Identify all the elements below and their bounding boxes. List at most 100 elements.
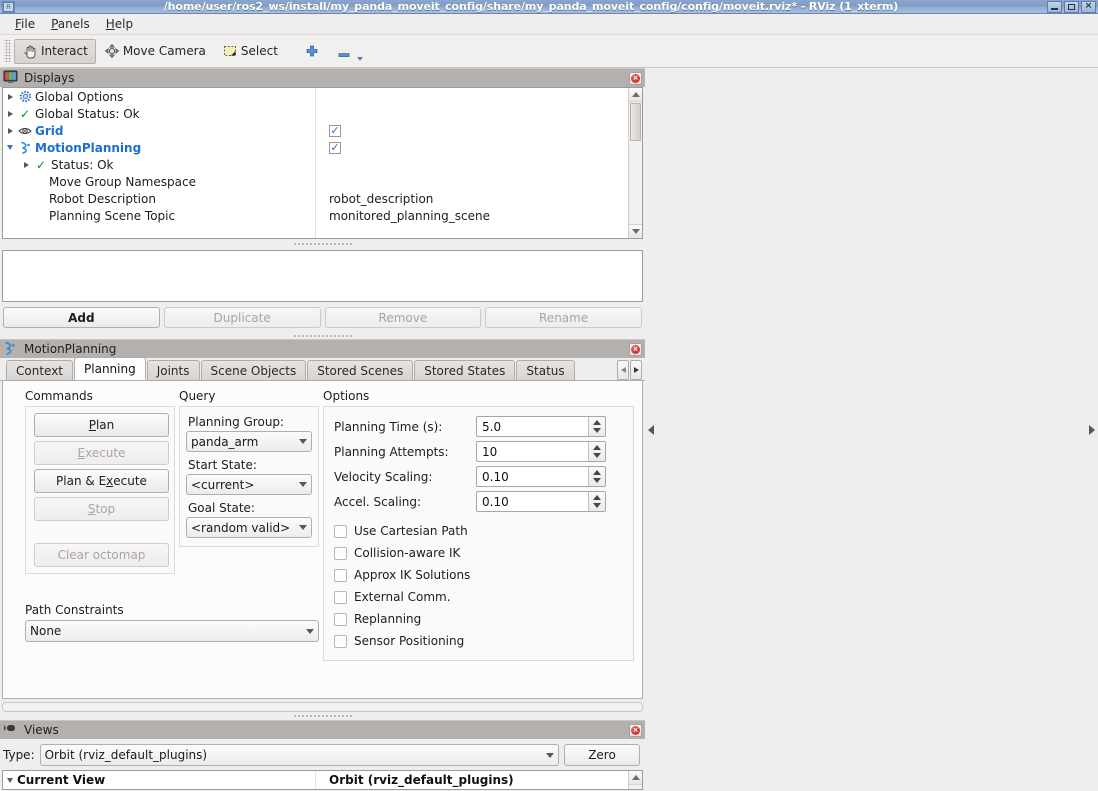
path-constraints-select[interactable]: None (25, 620, 319, 642)
close-button[interactable]: × (1081, 0, 1096, 13)
checkbox-collision-aware-ik[interactable]: Collision-aware IK (334, 542, 625, 564)
displays-property-area[interactable] (2, 250, 643, 302)
tab-status[interactable]: Status (516, 360, 575, 380)
tool-remove-button[interactable] (328, 39, 371, 64)
display-row-planning-scene-topic[interactable]: Planning Scene Topic (3, 207, 315, 224)
checkbox-box[interactable] (334, 634, 347, 648)
checkbox-box[interactable] (334, 546, 347, 560)
collapse-arrow-icon[interactable] (3, 145, 17, 150)
tab-scroll-right-button[interactable] (630, 360, 642, 380)
add-display-button[interactable]: Add (3, 307, 160, 328)
scrollbar-thumb[interactable] (630, 103, 641, 141)
display-row-global-options[interactable]: Global Options (3, 88, 315, 105)
displays-vertical-scrollbar[interactable] (628, 88, 642, 238)
expand-arrow-icon[interactable] (3, 93, 17, 100)
minimize-button[interactable] (1047, 0, 1062, 13)
grid-enabled-checkbox[interactable]: ✓ (329, 124, 341, 137)
options-box: Planning Time (s): 5.0 Planning Attempts… (323, 406, 634, 661)
display-row-motionplanning[interactable]: MotionPlanning (3, 139, 315, 156)
tab-joints[interactable]: Joints (146, 360, 200, 380)
zero-button[interactable]: Zero (564, 744, 640, 766)
options-section: Options Planning Time (s): 5.0 Planning … (323, 389, 634, 661)
tab-planning[interactable]: Planning (74, 357, 146, 380)
collapse-left-icon[interactable] (645, 68, 657, 791)
checkbox-box[interactable] (334, 612, 347, 626)
menu-help[interactable]: Help (99, 15, 140, 33)
views-current-view-row[interactable]: Current View (3, 771, 316, 789)
spinner-arrows-icon[interactable] (588, 492, 605, 511)
robot-description-value[interactable]: robot_description (316, 190, 642, 207)
views-vertical-scrollbar[interactable] (628, 771, 642, 789)
views-close-icon[interactable]: × (629, 723, 642, 737)
planning-attempts-spinbox[interactable]: 10 (476, 441, 606, 462)
tab-scene-objects[interactable]: Scene Objects (200, 360, 307, 380)
spinner-arrows-icon[interactable] (588, 442, 605, 461)
plan-button[interactable]: Plan (34, 413, 169, 437)
expand-arrow-icon[interactable] (3, 110, 17, 117)
spinner-arrows-icon[interactable] (588, 467, 605, 486)
tab-stored-states[interactable]: Stored States (414, 360, 516, 380)
motionplanning-close-icon[interactable]: × (629, 342, 642, 356)
motionplanning-enabled-checkbox[interactable]: ✓ (329, 141, 341, 154)
tab-context[interactable]: Context (6, 360, 74, 380)
display-value-cell (316, 173, 642, 190)
goal-state-value: <random valid> (191, 520, 291, 535)
displays-tree-names: Global Options ✓ Global Status: Ok Grid … (3, 88, 316, 238)
spinner-arrows-icon[interactable] (588, 417, 605, 436)
checkbox-approx-ik-solutions[interactable]: Approx IK Solutions (334, 564, 625, 586)
views-type-select[interactable]: Orbit (rviz_default_plugins) (39, 744, 559, 766)
maximize-button[interactable] (1064, 0, 1079, 13)
views-current-view-value-cell: Orbit (rviz_default_plugins) (316, 771, 642, 789)
chevron-down-icon[interactable] (356, 56, 363, 61)
collapse-right-icon[interactable] (1086, 68, 1098, 791)
tab-scroll-left-button[interactable] (617, 360, 629, 380)
display-row-robot-description[interactable]: Robot Description (3, 190, 315, 207)
display-row-global-status[interactable]: ✓ Global Status: Ok (3, 105, 315, 122)
checkbox-box[interactable] (334, 590, 347, 604)
tool-interact-button[interactable]: Interact (14, 38, 96, 64)
checkbox-replanning[interactable]: Replanning (334, 608, 625, 630)
views-tree[interactable]: Current View Orbit (rviz_default_plugins… (2, 770, 643, 790)
display-row-move-group-namespace[interactable]: Move Group Namespace (3, 173, 315, 190)
display-row-grid[interactable]: Grid (3, 122, 315, 139)
tab-stored-scenes[interactable]: Stored Scenes (307, 360, 414, 380)
toolbar-grip[interactable] (4, 40, 11, 62)
velocity-scaling-spinbox[interactable]: 0.10 (476, 466, 606, 487)
displays-splitter[interactable] (0, 239, 645, 248)
expand-arrow-icon[interactable] (3, 127, 17, 134)
display-row-status[interactable]: ✓ Status: Ok (3, 156, 315, 173)
scroll-up-button[interactable] (629, 88, 642, 102)
display-value-cell (316, 156, 642, 173)
planning-group-select[interactable]: panda_arm (186, 431, 312, 452)
scroll-down-button[interactable] (629, 224, 642, 238)
checkbox-external-comm[interactable]: External Comm. (334, 586, 625, 608)
tool-move-camera-button[interactable]: Move Camera (96, 39, 214, 64)
checkbox-sensor-positioning[interactable]: Sensor Positioning (334, 630, 625, 652)
menu-file[interactable]: File (8, 15, 42, 33)
option-accel-scaling: Accel. Scaling: 0.10 (334, 489, 625, 514)
accel-scaling-spinbox[interactable]: 0.10 (476, 491, 606, 512)
start-state-select[interactable]: <current> (186, 474, 312, 495)
checkbox-use-cartesian-path[interactable]: Use Cartesian Path (334, 520, 625, 542)
scroll-up-button[interactable] (629, 771, 642, 785)
planning-scene-topic-value[interactable]: monitored_planning_scene (316, 207, 642, 224)
displays-tree[interactable]: Global Options ✓ Global Status: Ok Grid … (2, 87, 643, 239)
planning-time-spinbox[interactable]: 5.0 (476, 416, 606, 437)
check-icon: ✓ (35, 157, 47, 172)
displays-motionplanning-splitter[interactable] (0, 332, 645, 339)
expand-arrow-icon[interactable] (19, 161, 33, 168)
tool-select-button[interactable]: Select (214, 39, 286, 64)
tool-add-button[interactable] (296, 39, 328, 64)
checkbox-box[interactable] (334, 524, 347, 538)
hand-cursor-icon (22, 43, 38, 59)
goal-state-select[interactable]: <random valid> (186, 517, 312, 538)
display-label: MotionPlanning (35, 140, 142, 155)
query-section: Query Planning Group: panda_arm Start St… (179, 389, 319, 547)
collapse-arrow-icon[interactable] (3, 777, 17, 783)
motionplanning-horizontal-scrollbar[interactable] (2, 702, 643, 712)
plan-and-execute-button[interactable]: Plan & Ex ecute (34, 469, 169, 493)
displays-close-icon[interactable]: × (629, 71, 642, 85)
checkbox-box[interactable] (334, 568, 347, 582)
motionplanning-views-splitter[interactable] (0, 712, 645, 720)
menu-panels[interactable]: Panels (44, 15, 97, 33)
